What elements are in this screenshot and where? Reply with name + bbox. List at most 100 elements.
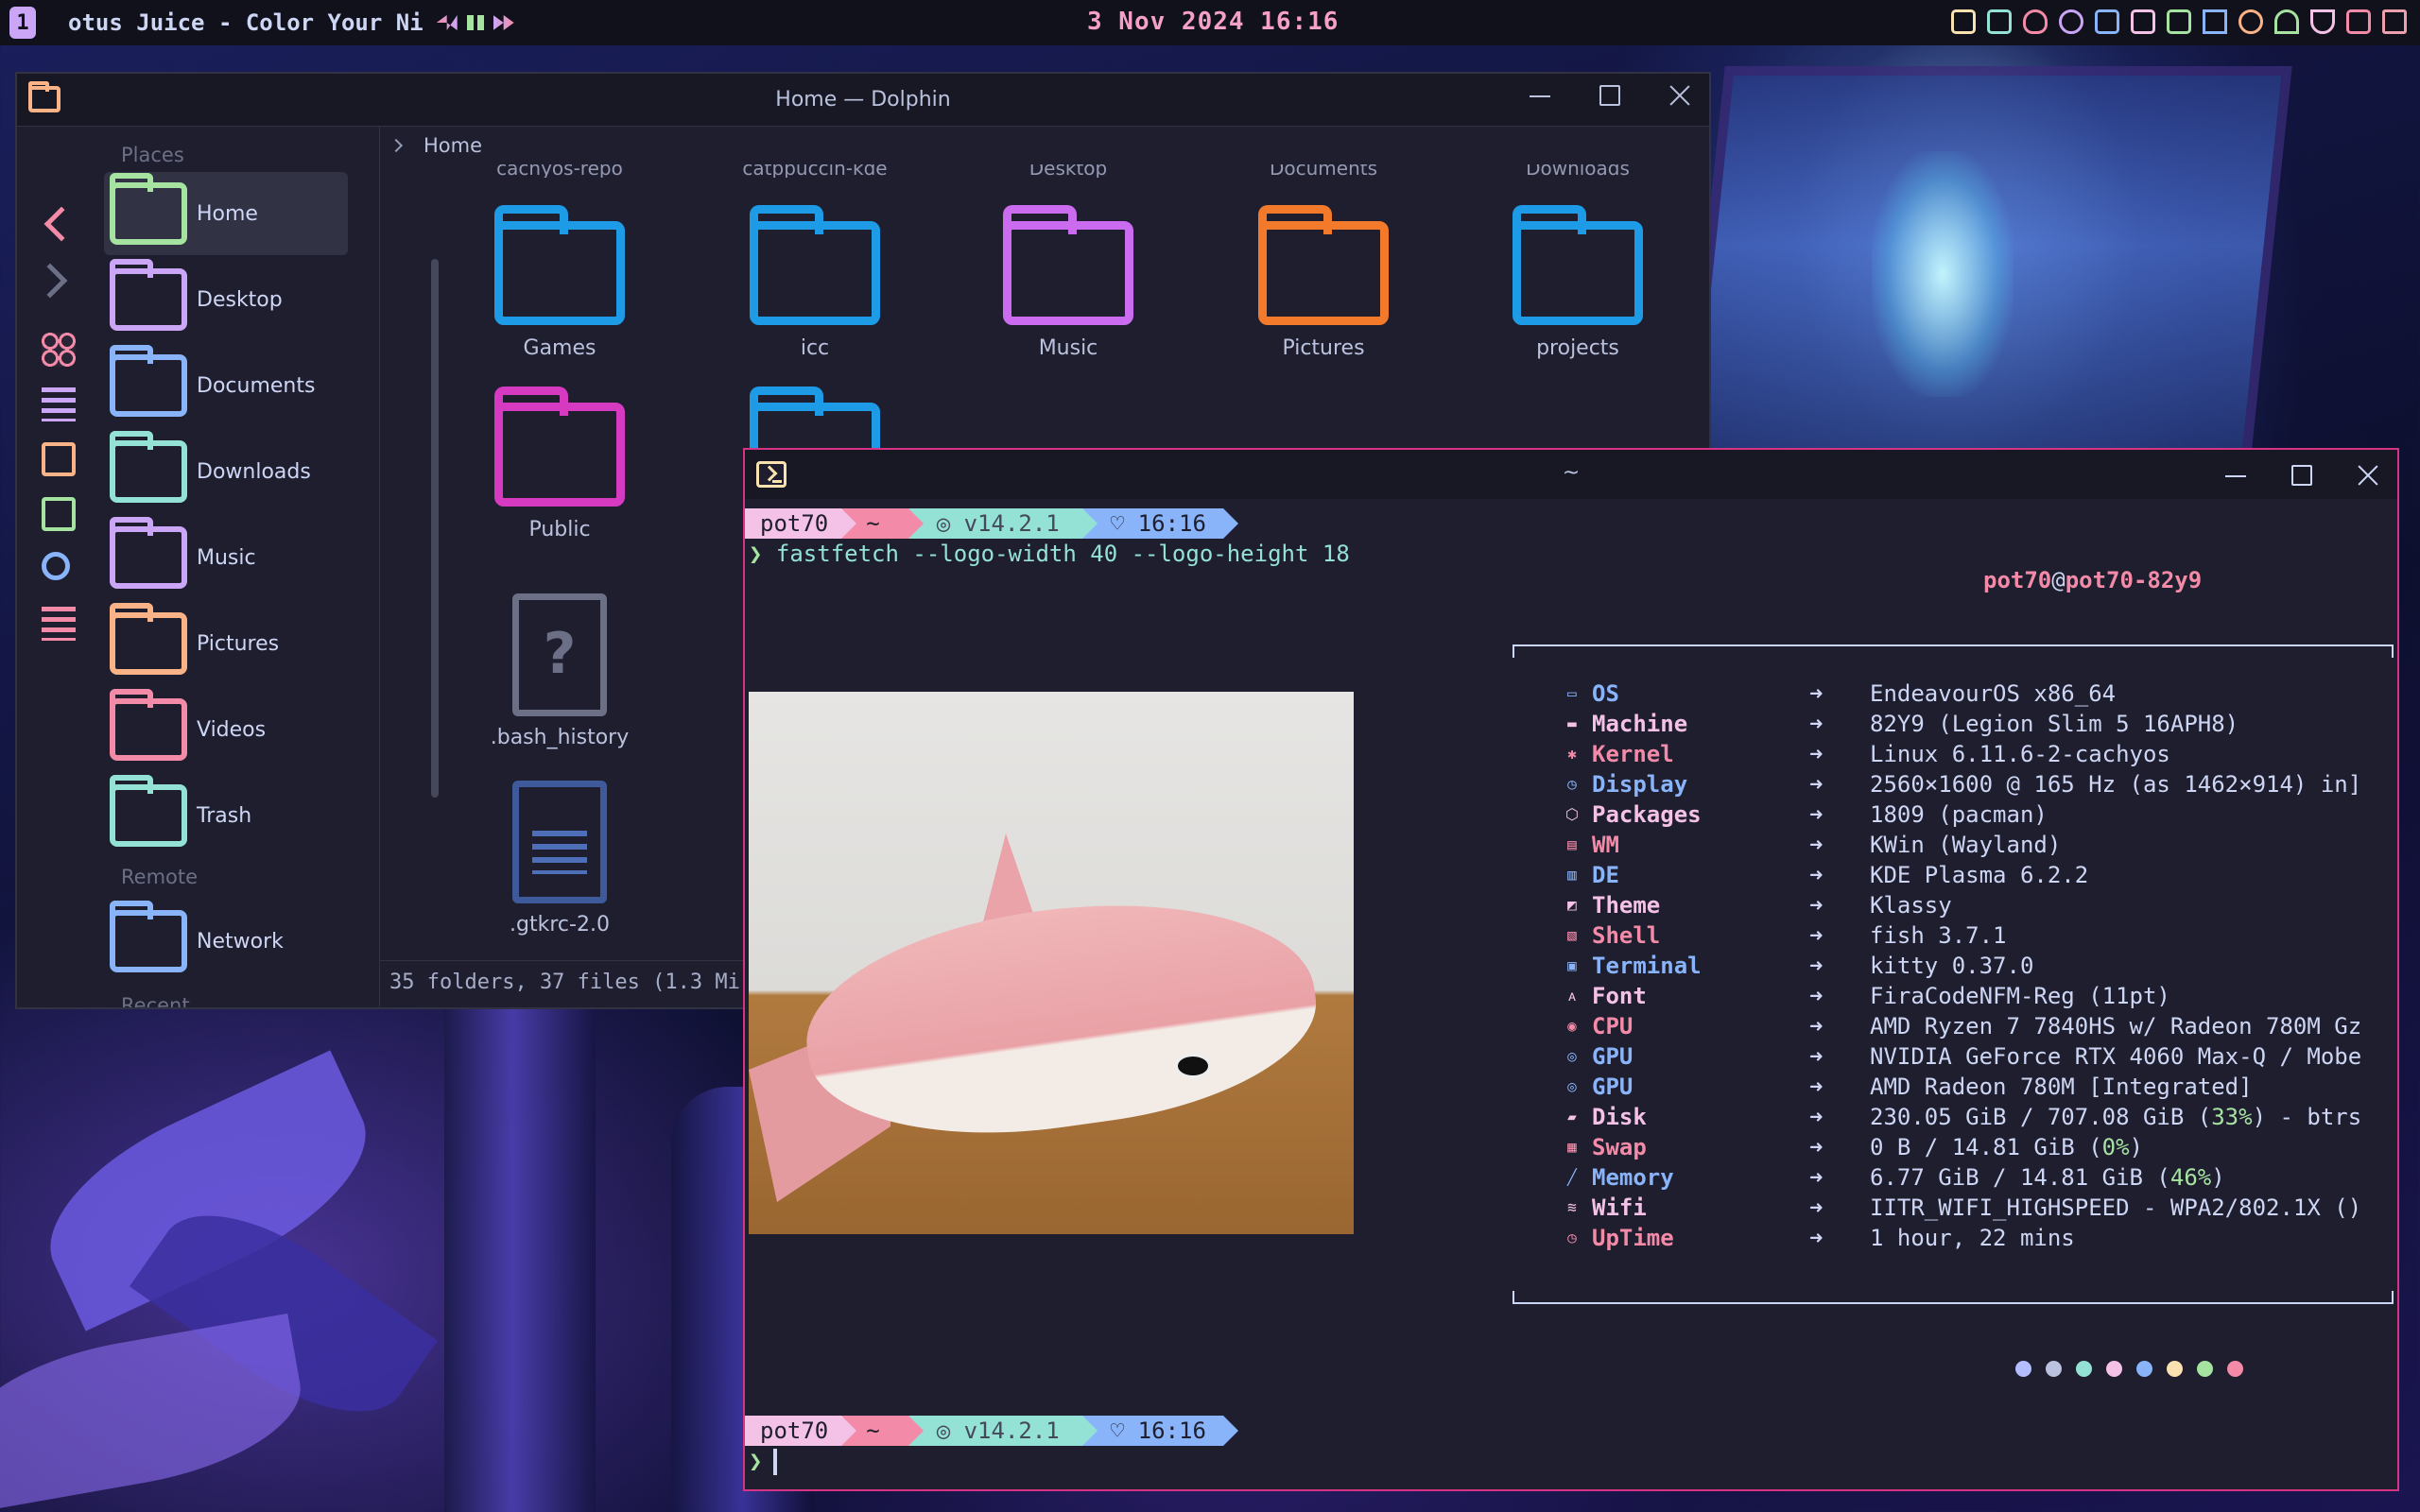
hamburger-menu-icon[interactable] <box>42 607 76 641</box>
brightness-icon[interactable] <box>2238 9 2263 34</box>
folder-item[interactable]: Pictures <box>1219 205 1427 360</box>
folder-item[interactable]: icc <box>711 205 919 360</box>
place-item-videos[interactable]: Videos <box>104 688 348 771</box>
details-view-icon[interactable] <box>42 387 76 421</box>
place-item-desktop[interactable]: Desktop <box>104 258 348 341</box>
logout-icon[interactable] <box>2382 9 2407 34</box>
wifi-icon[interactable] <box>2274 9 2299 34</box>
previous-icon[interactable] <box>436 15 458 30</box>
folder-item[interactable]: Music <box>964 205 1172 360</box>
file-item[interactable]: ? .bash_history <box>456 593 664 749</box>
arrow-icon: ➜ <box>1809 892 1824 919</box>
clock[interactable]: 3 Nov 2024 16:16 <box>1087 8 1339 36</box>
arrow-icon: ➜ <box>1809 771 1824 798</box>
shield-icon[interactable] <box>2023 9 2048 34</box>
close-button[interactable] <box>2358 465 2378 486</box>
folder-item[interactable]: Games <box>456 205 664 360</box>
info-key: Kernel <box>1592 741 1674 767</box>
place-label: Music <box>197 545 256 570</box>
palette-dot <box>2015 1361 2031 1377</box>
info-row-wifi: ≋ Wifi ➜ IITR_WIFI_HIGHSPEED - WPA2/802.1X … <box>1562 1193 2361 1223</box>
prompt-user: pot70 <box>745 1416 857 1446</box>
arrow-icon: ➜ <box>1809 983 1824 1009</box>
media-title[interactable]: otus Juice - Color Your Ni <box>68 9 424 36</box>
pause-icon[interactable] <box>466 15 484 30</box>
back-icon[interactable] <box>43 206 79 242</box>
split-view-icon[interactable] <box>42 497 76 531</box>
place-item-downloads[interactable]: Downloads <box>104 430 348 513</box>
folder-icon <box>750 205 880 325</box>
info-row-display: ◷ Display ➜ 2560×1600 @ 165 Hz (as 1462×914… <box>1562 769 2361 799</box>
prompt-caret: ❯ <box>749 1448 763 1474</box>
info-row-uptime: ◷ UpTime ➜ 1 hour, 22 mins <box>1562 1223 2075 1253</box>
info-row-gpu: ◎ GPU ➜ AMD Radeon 780M [Integrated] <box>1562 1072 2252 1102</box>
arrow-icon: ➜ <box>1809 680 1824 707</box>
bluetooth-icon[interactable] <box>2203 9 2227 34</box>
palette-dot <box>2076 1361 2092 1377</box>
monitor-icon[interactable] <box>2095 9 2119 34</box>
forward-icon[interactable] <box>32 263 68 299</box>
folder-icon <box>494 205 625 325</box>
maximize-button[interactable] <box>2291 465 2312 486</box>
cpu-icon: ◉ <box>1567 1017 1577 1035</box>
gamepad-icon[interactable] <box>1987 9 2012 34</box>
file-item[interactable]: .gtkrc-2.0 <box>456 781 664 936</box>
lock-icon[interactable] <box>2346 9 2371 34</box>
wallpaper-leaf <box>0 1313 313 1512</box>
file-label-cutoff: Documents <box>1269 164 1378 178</box>
info-value: AMD Ryzen 7 7840HS w/ Radeon 780M Gz <box>1870 1013 2362 1040</box>
clock-icon: ◷ <box>1567 775 1577 793</box>
spiral-icon[interactable] <box>2059 9 2083 34</box>
command-line: ❯ fastfetch --logo-width 40 --logo-heigh… <box>749 539 1350 569</box>
info-border-bottom <box>1512 1291 2394 1304</box>
maximize-button[interactable] <box>1599 85 1620 106</box>
volume-icon[interactable] <box>2167 9 2191 34</box>
info-row-wm: ▤ WM ➜ KWin (Wayland) <box>1562 830 2061 860</box>
minimize-button[interactable] <box>1530 85 1550 106</box>
kitty-titlebar[interactable]: ~ <box>745 450 2397 499</box>
folder-item[interactable]: Public <box>456 387 664 541</box>
place-item-trash[interactable]: Trash <box>104 774 348 857</box>
place-item-documents[interactable]: Documents <box>104 344 348 427</box>
folder-icon <box>1512 205 1643 325</box>
prompt-user: pot70 <box>745 508 857 539</box>
arrow-icon: ➜ <box>1809 1164 1824 1191</box>
shell-prompt: pot70 ~ ◎ v14.2.1 ♡ 16:16 <box>745 1416 1239 1446</box>
next-icon[interactable] <box>493 15 514 30</box>
file-label-cutoff: Desktop <box>1028 164 1108 178</box>
places-header: Places <box>121 144 184 166</box>
place-item-home[interactable]: Home <box>104 172 348 255</box>
palette-dot <box>2197 1361 2213 1377</box>
close-button[interactable] <box>1669 85 1690 106</box>
pictures-folder-icon <box>110 603 187 675</box>
search-icon[interactable] <box>42 552 70 580</box>
minimize-button[interactable] <box>2225 465 2246 486</box>
top-panel: 1 otus Juice - Color Your Ni 3 Nov 2024 … <box>0 0 2420 45</box>
place-item-pictures[interactable]: Pictures <box>104 602 348 685</box>
dolphin-titlebar[interactable]: Home — Dolphin <box>17 74 1709 127</box>
battery-icon[interactable] <box>2131 9 2155 34</box>
info-value: kitty 0.37.0 <box>1870 953 2034 979</box>
tree-view-icon[interactable] <box>42 442 76 476</box>
arrow-icon: ➜ <box>1809 832 1824 858</box>
folder-item[interactable]: projects <box>1474 205 1682 360</box>
workspace-indicator[interactable]: 1 <box>9 7 36 39</box>
palette-dot <box>2106 1361 2122 1377</box>
palette-dot <box>2167 1361 2183 1377</box>
checkmark-icon[interactable] <box>2310 9 2335 34</box>
place-item-music[interactable]: Music <box>104 516 348 599</box>
info-key: Font <box>1592 983 1647 1009</box>
icons-view-icon[interactable] <box>42 333 76 367</box>
arrow-icon: ➜ <box>1809 862 1824 888</box>
folder-label: projects <box>1536 336 1619 360</box>
place-item-network[interactable]: Network <box>104 900 348 983</box>
place-label: Desktop <box>197 287 283 312</box>
info-row-de: ▥ DE ➜ KDE Plasma 6.2.2 <box>1562 860 2088 890</box>
info-value: 6.77 GiB / 14.81 GiB (46%) <box>1870 1164 2225 1191</box>
info-row-theme: ◩ Theme ➜ Klassy <box>1562 890 1952 920</box>
command-input[interactable]: ❯ <box>749 1446 778 1476</box>
breadcrumb[interactable]: Home <box>380 127 1709 164</box>
clipboard-icon[interactable] <box>1951 9 1976 34</box>
breadcrumb-home[interactable]: Home <box>424 134 482 157</box>
text-cursor <box>773 1449 778 1475</box>
